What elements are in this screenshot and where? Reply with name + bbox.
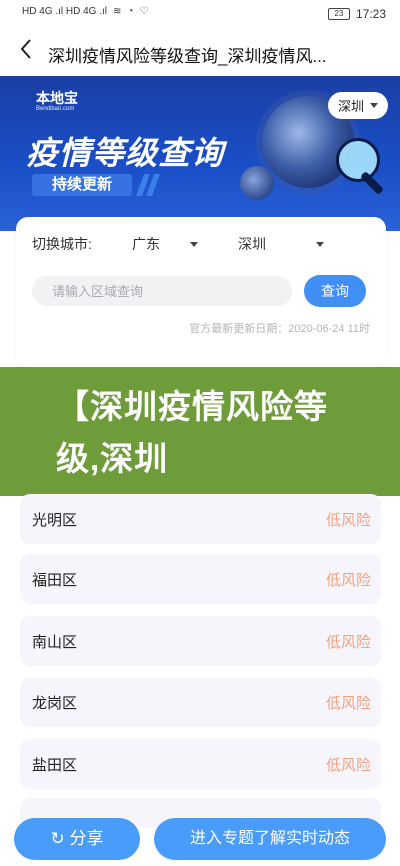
- switch-city-label: 切换城市:: [32, 236, 92, 252]
- district-name: 盐田区: [32, 757, 78, 774]
- district-search-input[interactable]: [32, 276, 292, 306]
- city-select[interactable]: 深圳: [238, 234, 324, 254]
- city-selector[interactable]: 深圳: [327, 92, 388, 119]
- signal-indicators: HD 4G .ıl HD 4G .ıl ≋ ◔ ♡: [22, 6, 148, 17]
- enter-topic-button[interactable]: 进入专题了解实时动态: [154, 818, 386, 860]
- stripes-decoration: [135, 174, 161, 201]
- update-date: 官方最新更新日期：2020-06-24 11时: [189, 323, 370, 335]
- district-name: 南山区: [32, 634, 78, 651]
- clock: 17:23: [355, 7, 386, 21]
- province-select[interactable]: 广东: [132, 234, 198, 254]
- query-button[interactable]: 查询: [304, 275, 366, 307]
- district-name: 龙岗区: [32, 695, 78, 712]
- district-name: 福田区: [32, 572, 78, 589]
- district-row[interactable]: 盐田区 低风险: [20, 739, 381, 789]
- heart-icon: ♡: [139, 6, 149, 17]
- risk-level: 低风险: [325, 695, 371, 712]
- district-row[interactable]: 光明区 低风险: [20, 494, 381, 544]
- banner-subtitle: 持续更新: [32, 174, 132, 196]
- page-title: 深圳疫情风险等级查询_深圳疫情风...: [48, 47, 327, 66]
- overlay-text: 【深圳疫情风险等级,深圳: [56, 388, 328, 477]
- magnifier-icon: [336, 138, 380, 182]
- title-bar: 深圳疫情风险等级查询_深圳疫情风...: [0, 30, 400, 76]
- risk-level: 低风险: [325, 512, 371, 529]
- signal-text: HD 4G .ıl HD 4G .ıl: [22, 6, 108, 17]
- risk-level: 低风险: [325, 572, 371, 589]
- brand-logo: 本地宝: [36, 90, 78, 106]
- notification-icon: ◔: [127, 6, 134, 17]
- wifi-icon: ≋: [113, 6, 122, 17]
- district-row[interactable]: 南山区 低风险: [20, 616, 381, 666]
- district-row[interactable]: 龙岗区 低风险: [20, 677, 381, 727]
- city-value: 深圳: [238, 236, 266, 252]
- risk-level: 低风险: [325, 757, 371, 774]
- brand-logo-sub: Bendibao.com: [36, 106, 75, 112]
- back-button[interactable]: [14, 38, 38, 66]
- caret-down-icon: [316, 241, 324, 247]
- chevron-left-icon: [20, 39, 31, 59]
- risk-level: 低风险: [325, 634, 371, 651]
- district-row[interactable]: 福田区 低风险: [20, 554, 381, 604]
- caret-down-icon: [190, 241, 198, 247]
- share-button[interactable]: ↻ 分享: [14, 818, 140, 860]
- status-bar: HD 4G .ıl HD 4G .ıl ≋ ◔ ♡ 23 17:23: [0, 0, 400, 30]
- city-selector-label: 深圳: [337, 99, 364, 114]
- banner-title: 疫情等级查询: [26, 135, 225, 171]
- battery-icon: 23: [327, 8, 350, 20]
- status-right: 23 17:23: [327, 7, 386, 21]
- province-value: 广东: [132, 236, 160, 252]
- refresh-icon: ↻: [50, 829, 65, 848]
- district-name: 光明区: [32, 512, 78, 529]
- caret-down-icon: [370, 103, 378, 108]
- virus-small-icon: [240, 166, 274, 200]
- share-label: 分享: [69, 829, 104, 848]
